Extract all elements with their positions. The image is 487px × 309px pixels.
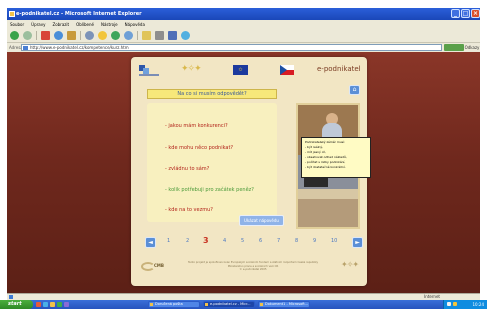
go-button[interactable]: [444, 44, 464, 51]
cmb-logo: CMB: [141, 260, 171, 274]
quicklaunch-icon[interactable]: [57, 302, 62, 307]
page-link[interactable]: 1: [167, 238, 170, 244]
start-button[interactable]: start: [0, 300, 33, 309]
menu-tools[interactable]: Nástroje: [101, 20, 118, 29]
toolbar-separator: [36, 31, 37, 40]
quicklaunch-icon[interactable]: [50, 302, 55, 307]
history-icon[interactable]: [124, 31, 133, 40]
esf-logo: [139, 65, 159, 76]
address-bar: Adresa http://www.e-podnikatel.cz/kompet…: [7, 43, 480, 52]
help-button[interactable]: Ukázat nápovědu: [239, 215, 284, 226]
address-url: http://www.e-podnikatel.cz/kompetence/ku…: [30, 45, 129, 50]
taskbar: start Doručená pošta e-podnikatel.cz - M…: [0, 300, 487, 309]
search-icon[interactable]: [85, 31, 94, 40]
browser-viewport: ✦✧✦ ✩ e-podnikatel ⌂ Na co si musím odpo…: [7, 52, 480, 293]
footer-text: Tento projekt je spolufinancován Evropsk…: [173, 261, 333, 272]
pagination: ◄ 1 2 3 4 5 6 7 8 9 10 ►: [145, 236, 363, 249]
media-icon[interactable]: [111, 31, 120, 40]
close-button[interactable]: ×: [471, 9, 480, 18]
mail-icon[interactable]: [142, 31, 151, 40]
prev-page-button[interactable]: ◄: [145, 237, 156, 248]
question-heading: Na co si musím odpovědět?: [147, 89, 277, 99]
tray-icon[interactable]: [453, 302, 457, 306]
window-title-bar: e-podnikatel.cz - Microsoft Internet Exp…: [7, 8, 480, 20]
option-competition[interactable]: - jakou mám konkurenci?: [165, 123, 228, 129]
menu-file[interactable]: Soubor: [10, 20, 24, 29]
quicklaunch-icon[interactable]: [64, 302, 69, 307]
taskbar-button-active[interactable]: e-podnikatel.cz - Micr...: [203, 301, 255, 308]
window-controls: _ □ ×: [451, 9, 480, 18]
czech-flag-icon: [280, 65, 294, 75]
clock: 10:24: [472, 302, 484, 307]
option-self[interactable]: - zvládnu to sám?: [165, 166, 209, 172]
page-link[interactable]: 9: [313, 238, 316, 244]
page-link[interactable]: 6: [259, 238, 262, 244]
home-icon[interactable]: [67, 31, 76, 40]
taskbar-button[interactable]: Doručená pošta: [148, 301, 200, 308]
maximize-button[interactable]: □: [461, 9, 470, 18]
edit-icon[interactable]: [168, 31, 177, 40]
page-icon: [23, 46, 28, 50]
window-title: e-podnikatel.cz - Microsoft Internet Exp…: [16, 11, 142, 17]
option-location[interactable]: - kde mohu něco podnikat?: [165, 145, 233, 151]
status-bar: Internet: [7, 293, 480, 300]
quicklaunch-icon[interactable]: [43, 302, 48, 307]
home-button[interactable]: ⌂: [349, 85, 360, 95]
menu-favorites[interactable]: Oblíbené: [76, 20, 94, 29]
address-label: Adresa: [9, 45, 23, 50]
quicklaunch-icon[interactable]: [36, 302, 41, 307]
footer-line: © e-podnikatel 2005: [239, 268, 267, 272]
favorites-icon[interactable]: [98, 31, 107, 40]
page-link[interactable]: 4: [223, 238, 226, 244]
course-panel: ✦✧✦ ✩ e-podnikatel ⌂ Na co si musím odpo…: [131, 57, 371, 286]
option-startup-money[interactable]: - kolik potřebuji pro začátek peněz?: [165, 187, 254, 193]
answer-card: - jakou mám konkurenci? - kde mohu něco …: [147, 103, 284, 226]
menu-edit[interactable]: Úpravy: [31, 20, 45, 29]
page-link[interactable]: 7: [277, 238, 280, 244]
internet-explorer-icon: [9, 11, 15, 17]
address-input[interactable]: http://www.e-podnikatel.cz/kompetence/ku…: [21, 44, 442, 51]
menu-view[interactable]: Zobrazit: [52, 20, 69, 29]
page-done-icon: [9, 295, 13, 299]
quick-launch: [36, 302, 69, 307]
links-label[interactable]: Odkazy: [464, 45, 480, 50]
tray-icon[interactable]: [447, 302, 451, 306]
eu-flag-icon: ✩: [233, 65, 248, 75]
toolbar-separator: [80, 31, 81, 40]
option-funding[interactable]: - kde na to vezmu?: [165, 207, 213, 213]
minimize-button[interactable]: _: [451, 9, 460, 18]
page-link[interactable]: 2: [186, 238, 189, 244]
stars-logo: ✦✧✦: [181, 64, 202, 74]
messenger-icon[interactable]: [181, 31, 190, 40]
info-tooltip: Podnikatelský záměr musí: - být reálný, …: [301, 137, 371, 178]
menu-bar: Soubor Úpravy Zobrazit Oblíbené Nástroje…: [7, 20, 480, 29]
refresh-icon[interactable]: [54, 31, 63, 40]
print-icon[interactable]: [155, 31, 164, 40]
footer-stars-logo: ✦✧✦: [341, 260, 359, 269]
toolbar: [7, 29, 480, 43]
taskbar-button[interactable]: Dokument1 - Microsoft...: [258, 301, 310, 308]
system-tray: 10:24: [443, 300, 487, 309]
brand-label: e-podnikatel: [317, 65, 361, 73]
next-page-button[interactable]: ►: [352, 237, 363, 248]
stop-icon[interactable]: [41, 31, 50, 40]
current-page: 3: [203, 236, 209, 245]
back-icon[interactable]: [10, 31, 19, 40]
forward-icon[interactable]: [23, 31, 32, 40]
page-link[interactable]: 8: [295, 238, 298, 244]
menu-help[interactable]: Nápověda: [125, 20, 145, 29]
page-link[interactable]: 5: [241, 238, 244, 244]
page-link[interactable]: 10: [331, 238, 337, 244]
tooltip-line: - být dostatečně konkrétní.: [305, 165, 346, 169]
toolbar-separator: [137, 31, 138, 40]
